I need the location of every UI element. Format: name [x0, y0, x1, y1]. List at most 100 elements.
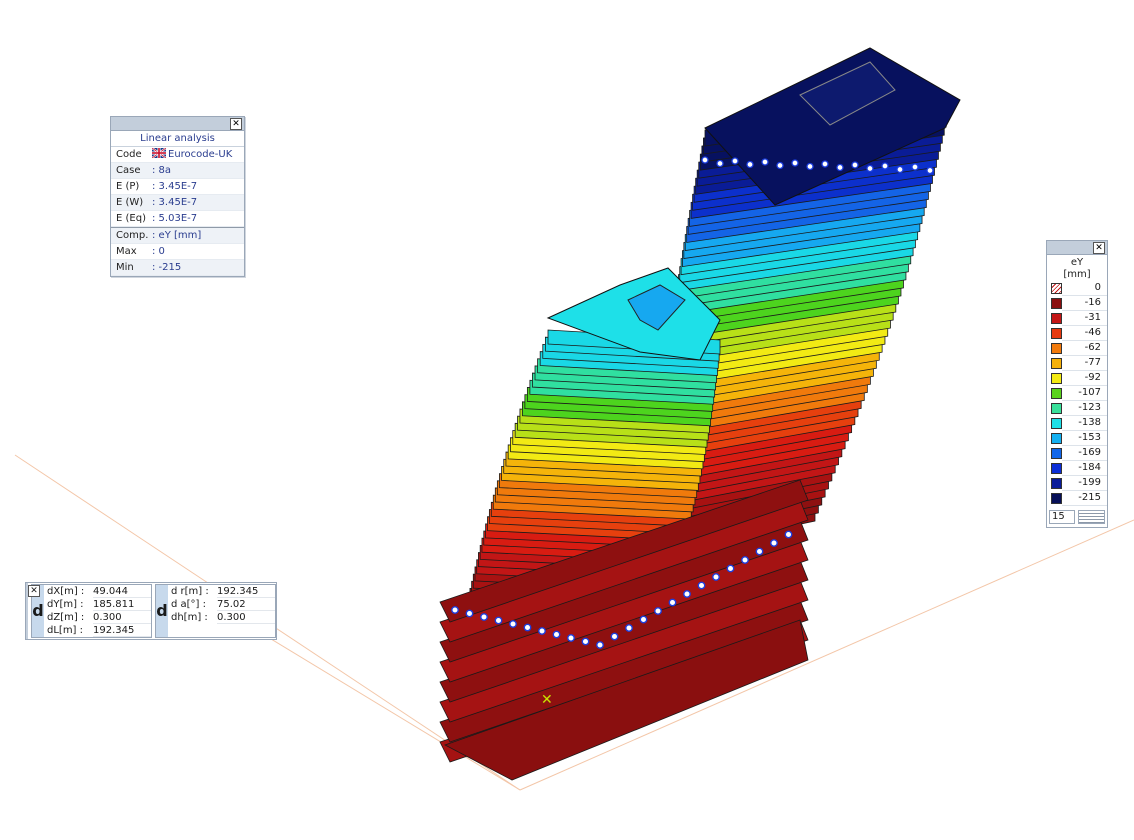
info-value: Eurocode-UK — [152, 147, 232, 162]
legend-row: -169 — [1047, 446, 1107, 461]
building-model[interactable] — [439, 47, 961, 781]
measure-row: dX[m] : 49.044 — [47, 585, 151, 598]
measure-cartesian-group: d dX[m] :49.044 dY[m] :185.811 dZ[m] :0.… — [31, 584, 152, 638]
legend-component: eY — [1070, 257, 1084, 268]
info-code-value: Eurocode-UK — [168, 149, 233, 160]
support-marker — [596, 641, 604, 649]
legend-swatch[interactable] — [1051, 433, 1062, 444]
legend-swatch[interactable] — [1051, 328, 1062, 339]
measure-value: 192.345 — [93, 624, 151, 637]
legend-value: -153 — [1062, 431, 1107, 446]
legend-value: -107 — [1062, 386, 1107, 401]
legend-row: -138 — [1047, 416, 1107, 431]
legend-value: -92 — [1062, 371, 1107, 386]
support-marker — [716, 159, 724, 168]
support-marker — [911, 163, 919, 171]
support-marker — [741, 556, 749, 564]
legend-value: -77 — [1062, 356, 1107, 371]
support-marker — [625, 624, 633, 632]
measure-value: 49.044 — [93, 585, 151, 598]
info-value: : 3.45E-7 — [152, 197, 198, 208]
legend-swatch[interactable] — [1051, 313, 1062, 324]
support-marker — [552, 630, 561, 639]
legend-swatch[interactable] — [1051, 283, 1062, 294]
legend-row: -46 — [1047, 326, 1107, 341]
measure-key: dZ[m] : — [47, 612, 85, 623]
measure-row: dZ[m] : 0.300 — [47, 611, 151, 624]
legend-swatch[interactable] — [1051, 403, 1062, 414]
legend-swatch[interactable] — [1051, 448, 1062, 459]
legend-swatch[interactable] — [1051, 388, 1062, 399]
support-marker — [494, 616, 503, 625]
origin-cross-icon: ✕ — [541, 692, 553, 708]
measure-value: 185.811 — [93, 598, 151, 611]
info-key: E (P) — [116, 181, 140, 192]
support-marker — [701, 156, 709, 164]
support-marker — [639, 615, 648, 624]
measure-close-button[interactable]: ✕ — [28, 585, 40, 597]
support-marker — [697, 581, 706, 590]
measure-value: 192.345 — [217, 585, 275, 598]
measure-panel-sidebar[interactable]: ✕ — [26, 583, 40, 639]
support-marker — [610, 632, 619, 641]
support-marker — [866, 164, 874, 173]
measure-key: d r[m] : — [171, 586, 209, 597]
measure-row: dh[m] : 0.300 — [171, 611, 275, 624]
legend-value: -184 — [1062, 461, 1107, 476]
uk-flag-icon — [152, 148, 166, 158]
legend-resize-grip[interactable] — [1078, 509, 1105, 524]
legend-value: -169 — [1062, 446, 1107, 461]
legend-row: -184 — [1047, 461, 1107, 476]
support-marker — [726, 564, 735, 573]
support-marker — [731, 157, 739, 165]
info-key: Code — [116, 149, 142, 160]
legend-value: -62 — [1062, 341, 1107, 356]
info-value: : 0 — [152, 246, 165, 257]
legend-swatch[interactable] — [1051, 478, 1062, 489]
measure-row: dL[m] : 192.345 — [47, 624, 151, 637]
legend-row: -62 — [1047, 341, 1107, 356]
info-panel-titlebar[interactable]: ✕ — [111, 117, 244, 131]
support-marker — [523, 623, 532, 632]
legend-title: eY [mm] — [1047, 255, 1107, 281]
measure-row: d r[m] : 192.345 — [171, 585, 275, 598]
legend-row: -92 — [1047, 371, 1107, 386]
info-key: Max — [116, 246, 137, 257]
info-row-comp: Comp. : eY [mm] — [111, 227, 244, 244]
legend-unit: [mm] — [1063, 269, 1091, 280]
legend-swatch[interactable] — [1051, 298, 1062, 309]
legend-swatch[interactable] — [1051, 463, 1062, 474]
legend-titlebar[interactable]: ✕ — [1047, 241, 1107, 255]
info-row-ew: E (W) : 3.45E-7 — [111, 195, 244, 211]
info-row-eeq: E (Eq) : 5.03E-7 — [111, 211, 244, 227]
support-marker — [791, 159, 799, 167]
legend-row: -107 — [1047, 386, 1107, 401]
legend-value: -215 — [1062, 491, 1107, 506]
legend-swatch[interactable] — [1051, 358, 1062, 369]
measure-row: dY[m] : 185.811 — [47, 598, 151, 611]
measure-panel: ✕ d dX[m] : 49.044 dY[m] : 185.811 dZ[m] :… — [25, 582, 277, 640]
legend-row: -77 — [1047, 356, 1107, 371]
support-marker — [538, 627, 546, 635]
info-panel-close-button[interactable]: ✕ — [230, 118, 242, 130]
legend-value: 0 — [1062, 281, 1107, 296]
legend-row: -16 — [1047, 296, 1107, 311]
info-value: : eY [mm] — [152, 230, 202, 241]
color-legend-panel: ✕ eY [mm] 0 -16 -31 -46 -62 -77 -92 -107 -123 -13… — [1046, 240, 1108, 528]
legend-level-count[interactable]: 15 — [1049, 509, 1075, 524]
support-marker — [784, 530, 793, 539]
legend-swatch[interactable] — [1051, 373, 1062, 384]
legend-swatch[interactable] — [1051, 418, 1062, 429]
legend-value: -199 — [1062, 476, 1107, 491]
info-row-case: Case : 8a — [111, 163, 244, 179]
legend-close-button[interactable]: ✕ — [1093, 242, 1105, 254]
support-marker — [755, 547, 764, 556]
support-marker — [770, 539, 778, 547]
legend-scale: 0 -16 -31 -46 -62 -77 -92 -107 -123 -138 -153 -169-… — [1047, 281, 1107, 506]
info-key: Min — [116, 262, 134, 273]
measure-row: d a[°] : 75.02 — [171, 598, 275, 611]
legend-row: -123 — [1047, 401, 1107, 416]
legend-swatch[interactable] — [1051, 343, 1062, 354]
measure-polar-group: d d r[m] : 192.345 d a[°] : 75.02 dh[m] : 0… — [155, 584, 276, 638]
legend-swatch[interactable] — [1051, 493, 1062, 504]
